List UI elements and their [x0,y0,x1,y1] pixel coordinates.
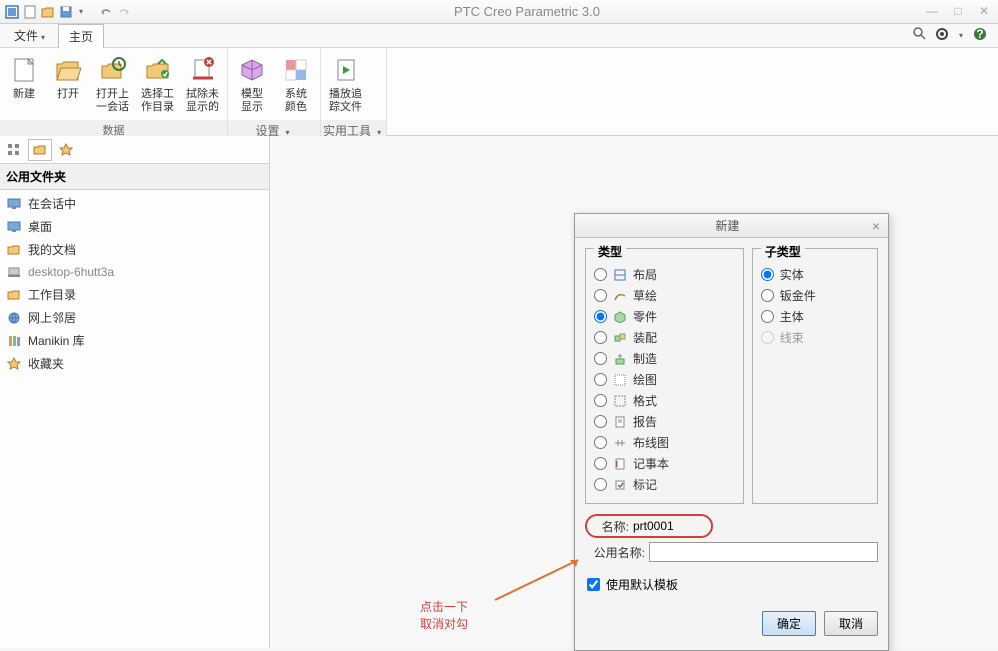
folder-desktop[interactable]: 桌面 [0,215,269,238]
ribbon-system-colors[interactable]: 系统 颜色 [274,50,318,118]
folders-header: 公用文件夹 [0,164,269,190]
manufacture-icon [613,352,627,366]
model-display-icon [236,54,268,86]
ribbon-select-workdir[interactable]: 选择工 作目录 [135,50,180,118]
app-title: PTC Creo Parametric 3.0 [132,4,922,19]
ribbon-new[interactable]: 新建 [2,50,46,118]
diagram-icon [613,436,627,450]
documents-icon [6,242,22,258]
subtype-bulk[interactable]: 主体 [761,306,869,327]
ribbon-open-last[interactable]: 打开上 一会话 [90,50,135,118]
library-icon [6,333,22,349]
open-last-icon [97,54,129,86]
type-diagram[interactable]: 布线图 [594,432,735,453]
default-template-checkbox[interactable]: 使用默认模板 [585,576,878,593]
workdir-folder-icon [6,287,22,303]
options-icon[interactable] [934,26,950,45]
close-button[interactable]: ✕ [974,4,994,20]
monitor-icon [6,196,22,212]
type-markup[interactable]: 标记 [594,474,735,495]
assembly-icon [613,331,627,345]
ribbon-play-trail[interactable]: 播放追 踪文件 [323,50,368,118]
type-report[interactable]: 报告 [594,411,735,432]
sidebar-tab-folders[interactable] [28,139,52,161]
name-label: 名称: [589,518,629,535]
dialog-title: 新建 [583,217,872,234]
ok-button[interactable]: 确定 [762,611,816,636]
folder-workdir[interactable]: 工作目录 [0,283,269,306]
folder-computer[interactable]: desktop-6hutt3a [0,261,269,283]
folder-documents[interactable]: 我的文档 [0,238,269,261]
search-icon[interactable] [912,26,928,45]
new-dialog: 新建 × 类型 布局 草绘 零件 装配 制造 绘图 格式 报告 布线图 记事本 … [574,213,889,651]
network-icon [6,310,22,326]
sidebar-tab-tree[interactable] [2,139,26,161]
redo-icon[interactable] [116,4,132,20]
folder-manikin[interactable]: Manikin 库 [0,329,269,352]
common-name-label: 公用名称: [585,544,645,561]
menu-file[interactable]: 文件▾ [4,24,58,47]
type-part[interactable]: 零件 [594,306,735,327]
desktop-icon [6,219,22,235]
type-layout[interactable]: 布局 [594,264,735,285]
subtype-legend: 子类型 [761,243,805,260]
star-icon [6,356,22,372]
folder-in-session[interactable]: 在会话中 [0,192,269,215]
subtype-harness: 线束 [761,327,869,348]
help-icon[interactable]: ? [972,26,988,45]
folder-network[interactable]: 网上邻居 [0,306,269,329]
layout-icon [613,268,627,282]
subtype-solid[interactable]: 实体 [761,264,869,285]
play-trail-icon [330,54,362,86]
options-dropdown-icon[interactable]: ▾ [956,31,966,40]
new-icon [8,54,40,86]
dialog-close-button[interactable]: × [872,218,880,234]
markup-icon [613,478,627,492]
type-manufacture[interactable]: 制造 [594,348,735,369]
type-notebook[interactable]: 记事本 [594,453,735,474]
ribbon-erase[interactable]: 拭除未 显示的 [180,50,225,118]
menu-home[interactable]: 主页 [58,24,104,48]
format-icon [613,394,627,408]
common-name-input[interactable] [649,542,878,562]
subtype-sheetmetal[interactable]: 钣金件 [761,285,869,306]
type-sketch[interactable]: 草绘 [594,285,735,306]
type-legend: 类型 [594,243,626,260]
notebook-icon [613,457,627,471]
undo-icon[interactable] [98,4,114,20]
app-icon [4,4,20,20]
open-small-icon[interactable] [40,4,56,20]
maximize-button[interactable]: □ [948,4,968,20]
type-assembly[interactable]: 装配 [594,327,735,348]
ribbon-model-display[interactable]: 模型 显示 [230,50,274,118]
type-format[interactable]: 格式 [594,390,735,411]
type-drawing[interactable]: 绘图 [594,369,735,390]
part-icon [613,310,627,324]
qat-dropdown-icon[interactable]: ▾ [76,7,86,16]
report-icon [613,415,627,429]
name-input[interactable] [629,516,709,536]
computer-icon [6,264,22,280]
ribbon-open[interactable]: 打开 [46,50,90,118]
erase-icon [187,54,219,86]
sidebar-tab-favorites[interactable] [54,139,78,161]
folder-favorites[interactable]: 收藏夹 [0,352,269,375]
svg-text:?: ? [976,27,983,41]
colors-icon [280,54,312,86]
sketch-icon [613,289,627,303]
drawing-icon [613,373,627,387]
new-small-icon[interactable] [22,4,38,20]
minimize-button[interactable]: — [922,4,942,20]
save-small-icon[interactable] [58,4,74,20]
open-icon [52,54,84,86]
workdir-icon [142,54,174,86]
cancel-button[interactable]: 取消 [824,611,878,636]
